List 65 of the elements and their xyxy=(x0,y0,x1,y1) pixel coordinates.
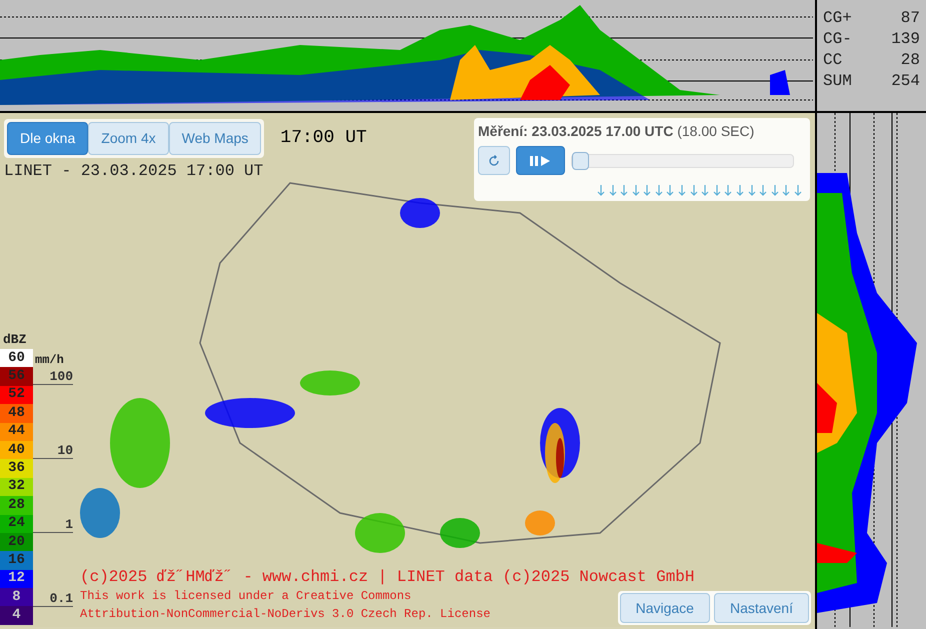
legend-step: 8 xyxy=(0,588,33,606)
down-arrow-icon[interactable] xyxy=(782,185,790,196)
rate-label: 10 xyxy=(33,443,73,459)
down-arrow-icon[interactable] xyxy=(770,185,779,196)
map-time-label: 17:00 UT xyxy=(280,127,367,150)
down-arrow-icon[interactable] xyxy=(759,185,768,196)
refresh-icon xyxy=(488,154,500,166)
legend-step: 12 xyxy=(0,570,33,588)
legend-step: 40 xyxy=(0,440,33,460)
down-arrow-icon[interactable] xyxy=(620,185,628,196)
legend-step: 60 xyxy=(0,349,33,368)
stat-value: 254 xyxy=(891,71,920,91)
pause-play-button[interactable] xyxy=(516,146,565,175)
view-tab[interactable]: Zoom 4x xyxy=(88,122,169,155)
lightning-time-label: LINET - 23.03.2025 17:00 UT xyxy=(4,161,264,182)
legend-step: 32 xyxy=(0,478,33,496)
down-arrow-icon[interactable] xyxy=(632,185,640,196)
down-arrow-icon[interactable] xyxy=(608,185,616,196)
legend-step: 56 xyxy=(0,367,33,386)
legend-unit: dBZ xyxy=(2,331,28,349)
down-arrow-icon[interactable] xyxy=(748,185,756,196)
down-arrow-icon[interactable] xyxy=(794,185,802,196)
stat-label: CG+ xyxy=(823,8,852,28)
stat-value: 28 xyxy=(900,50,920,70)
down-arrow-icon[interactable] xyxy=(712,185,721,196)
panel-button[interactable]: Nastavení xyxy=(714,593,809,623)
stat-label: CG- xyxy=(823,29,852,49)
legend-step: 4 xyxy=(0,606,33,625)
stat-value: 139 xyxy=(891,29,920,49)
down-arrow-icon[interactable] xyxy=(654,185,663,196)
stat-label: CC xyxy=(823,50,842,70)
legend-step: 24 xyxy=(0,514,33,533)
down-arrow-icon[interactable] xyxy=(736,185,744,196)
time-slider[interactable] xyxy=(571,154,794,168)
view-tab[interactable]: Dle okna xyxy=(7,122,88,155)
down-arrow-icon[interactable] xyxy=(666,185,674,196)
rate-label: 1 xyxy=(33,517,73,533)
down-arrow-icon[interactable] xyxy=(678,185,686,196)
view-tab[interactable]: Web Maps xyxy=(168,122,262,155)
down-arrow-icon[interactable] xyxy=(701,185,710,196)
down-arrow-icon[interactable] xyxy=(690,185,698,196)
legend-step: 44 xyxy=(0,422,33,441)
credit-text: Attribution-NonCommercial-NoDerivs 3.0 Czech Rep. License xyxy=(80,606,490,623)
refresh-button[interactable] xyxy=(478,146,510,175)
legend-step: 28 xyxy=(0,496,33,515)
rate-label: 100 xyxy=(33,369,73,385)
rate-label: 0.1 xyxy=(33,591,73,607)
legend-step: 48 xyxy=(0,404,33,423)
legend-step: 52 xyxy=(0,386,33,404)
panel-button[interactable]: Navigace xyxy=(620,593,710,623)
credit-text: (c)2025 ďž˝HMďž˝ - www.chmi.cz | LINET data (c)2025 Nowcast GmbH xyxy=(80,567,694,587)
pause-play-icon xyxy=(530,156,552,166)
down-arrow-icon[interactable] xyxy=(596,185,605,196)
stat-value: 87 xyxy=(900,8,920,28)
slider-handle[interactable] xyxy=(572,152,589,170)
stat-label: SUM xyxy=(823,71,852,91)
legend-step: 20 xyxy=(0,532,33,552)
rate-unit: mm/h xyxy=(34,353,65,367)
down-arrow-icon[interactable] xyxy=(724,185,732,196)
down-arrow-icon[interactable] xyxy=(643,185,652,196)
credit-text: This work is licensed under a Creative Commons xyxy=(80,588,412,605)
histogram-band xyxy=(770,70,790,95)
legend-step: 16 xyxy=(0,551,33,570)
measurement-title: Měření: 23.03.2025 17.00 UTC (18.00 SEC) xyxy=(478,122,756,141)
legend-step: 36 xyxy=(0,459,33,478)
